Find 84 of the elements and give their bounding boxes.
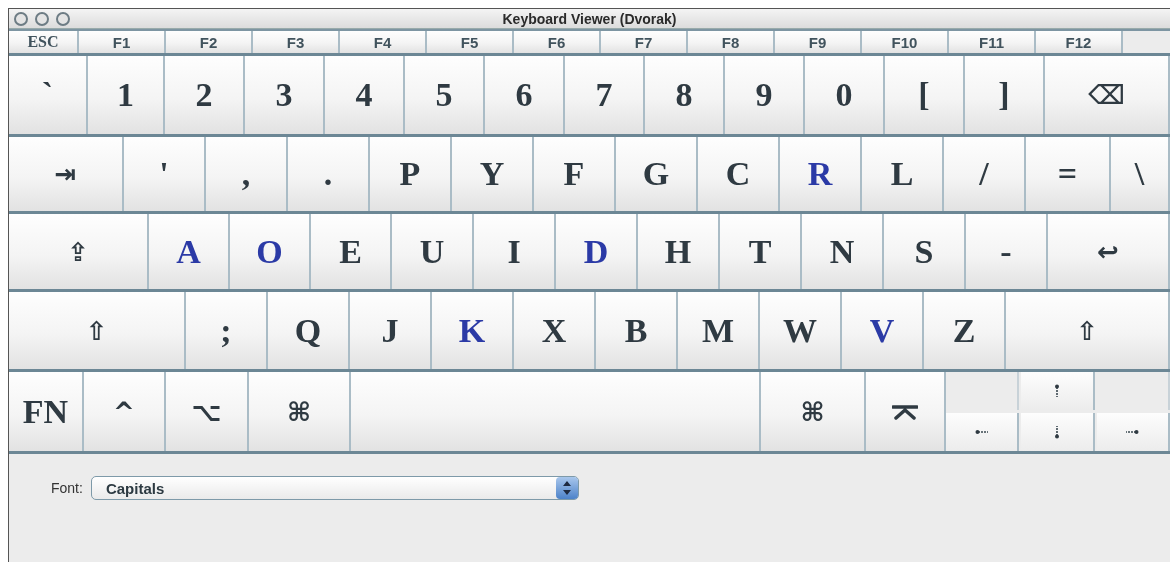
keyboard-key[interactable]: . bbox=[288, 137, 370, 211]
keyboard-key[interactable]: Q bbox=[268, 292, 350, 369]
keyboard-key[interactable]: E bbox=[311, 214, 392, 289]
font-label: Font: bbox=[51, 480, 83, 496]
function-key[interactable]: F8 bbox=[688, 31, 775, 53]
arrow-key[interactable] bbox=[1021, 413, 1095, 451]
keyboard-key[interactable]: - bbox=[966, 214, 1048, 289]
keyboard-key[interactable]: 0 bbox=[805, 56, 885, 134]
keyboard-key[interactable]: ⌘ bbox=[249, 372, 351, 451]
keyboard-key[interactable]: ⇧ bbox=[1006, 292, 1170, 369]
keyboard-key[interactable]: ⇪ bbox=[9, 214, 149, 289]
eject-icon bbox=[892, 403, 918, 420]
keyboard-key[interactable]: = bbox=[1026, 137, 1111, 211]
keyboard-key[interactable]: X bbox=[514, 292, 596, 369]
function-key[interactable]: F2 bbox=[166, 31, 253, 53]
function-key[interactable]: F6 bbox=[514, 31, 601, 53]
keyboard-key[interactable]: 7 bbox=[565, 56, 645, 134]
keyboard-key[interactable]: D bbox=[556, 214, 638, 289]
keyboard-key[interactable]: 6 bbox=[485, 56, 565, 134]
zoom-button[interactable] bbox=[56, 11, 70, 26]
keyboard-key[interactable]: B bbox=[596, 292, 678, 369]
function-key[interactable]: F9 bbox=[775, 31, 862, 53]
keyboard-key[interactable]: 3 bbox=[245, 56, 325, 134]
keyboard-key[interactable]: 1 bbox=[88, 56, 165, 134]
close-button[interactable] bbox=[14, 11, 28, 26]
keyboard-key[interactable]: M bbox=[678, 292, 760, 369]
keyboard-key[interactable]: F bbox=[534, 137, 616, 211]
keyboard-key[interactable]: T bbox=[720, 214, 802, 289]
keyboard-key[interactable]: Z bbox=[924, 292, 1006, 369]
keyboard-key[interactable]: J bbox=[350, 292, 432, 369]
keyboard-key[interactable]: Y bbox=[452, 137, 534, 211]
keyboard-key[interactable]: ↩ bbox=[1048, 214, 1170, 289]
space-bar[interactable] bbox=[351, 372, 761, 451]
keyboard-key[interactable]: 8 bbox=[645, 56, 725, 134]
keyboard-key[interactable]: N bbox=[802, 214, 884, 289]
keyboard-key[interactable]: ⇧ bbox=[9, 292, 186, 369]
keyboard-key[interactable]: ] bbox=[965, 56, 1045, 134]
keyboard-key[interactable]: S bbox=[884, 214, 966, 289]
keyboard-key[interactable]: ` bbox=[9, 56, 88, 134]
keyboard-key[interactable]: I bbox=[474, 214, 556, 289]
keyboard-key[interactable]: K bbox=[432, 292, 514, 369]
function-key[interactable]: F7 bbox=[601, 31, 688, 53]
function-key[interactable]: F11 bbox=[949, 31, 1036, 53]
keyboard-key[interactable]: ⌥ bbox=[166, 372, 249, 451]
keyboard-key[interactable]: A bbox=[149, 214, 230, 289]
function-key[interactable]: F10 bbox=[862, 31, 949, 53]
function-key[interactable]: F12 bbox=[1036, 31, 1123, 53]
function-key[interactable]: F5 bbox=[427, 31, 514, 53]
keyboard-key[interactable]: , bbox=[206, 137, 288, 211]
keyboard-key[interactable]: [ bbox=[885, 56, 965, 134]
minimize-button[interactable] bbox=[35, 11, 49, 26]
keyboard-key[interactable]: H bbox=[638, 214, 720, 289]
function-key[interactable]: F3 bbox=[253, 31, 340, 53]
keyboard-key[interactable]: U bbox=[392, 214, 474, 289]
keyboard-key[interactable]: 9 bbox=[725, 56, 805, 134]
keyboard-key[interactable]: C bbox=[698, 137, 780, 211]
keyboard-key[interactable]: O bbox=[230, 214, 311, 289]
function-key[interactable]: ESC bbox=[9, 31, 79, 53]
arrow-key[interactable] bbox=[1096, 413, 1170, 451]
stepper-icon bbox=[555, 477, 578, 499]
keyboard-key[interactable]: ⌫ bbox=[1045, 56, 1170, 134]
keyboard-key[interactable]: ⌘ bbox=[761, 372, 866, 451]
keyboard-key[interactable]: R bbox=[780, 137, 862, 211]
keyboard-key[interactable]: 2 bbox=[165, 56, 245, 134]
keyboard-key[interactable]: FN bbox=[9, 372, 84, 451]
arrow-key[interactable] bbox=[1021, 372, 1095, 410]
font-dropdown[interactable]: Capitals bbox=[90, 476, 579, 500]
function-key[interactable]: F4 bbox=[340, 31, 427, 53]
keyboard-key[interactable]: 4 bbox=[325, 56, 405, 134]
keyboard-key[interactable]: P bbox=[370, 137, 452, 211]
keyboard-key[interactable]: / bbox=[944, 137, 1026, 211]
function-key[interactable]: F1 bbox=[79, 31, 166, 53]
keyboard-key[interactable]: ^ bbox=[84, 372, 166, 451]
keyboard-key[interactable]: V bbox=[842, 292, 924, 369]
keyboard-key[interactable]: ; bbox=[186, 292, 268, 369]
keyboard-key[interactable]: L bbox=[862, 137, 944, 211]
keyboard-key[interactable]: W bbox=[760, 292, 842, 369]
keyboard-key[interactable]: 5 bbox=[405, 56, 485, 134]
window-title: Keyboard Viewer (Dvorak) bbox=[502, 10, 677, 27]
keyboard-key[interactable]: G bbox=[616, 137, 698, 211]
keyboard-key[interactable]: ' bbox=[124, 137, 206, 211]
keyboard-key[interactable]: \ bbox=[1111, 137, 1170, 211]
keyboard-key[interactable]: ⇥ bbox=[9, 137, 124, 211]
eject-key[interactable] bbox=[866, 372, 946, 451]
